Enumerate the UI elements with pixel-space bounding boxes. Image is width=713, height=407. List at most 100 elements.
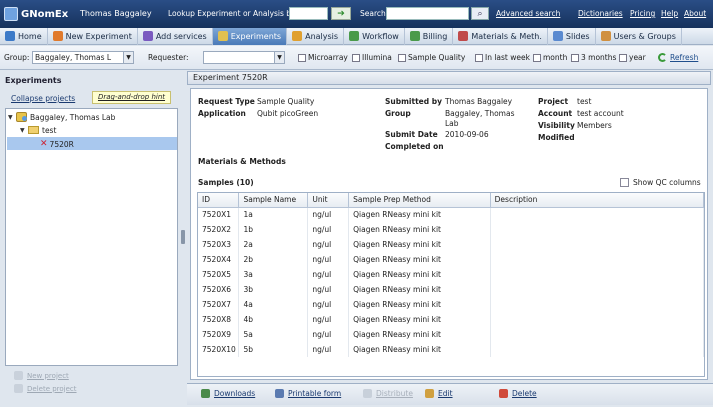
refresh-label: Refresh — [670, 53, 699, 62]
search-button[interactable]: ⌕ — [471, 7, 489, 20]
table-cell — [490, 312, 704, 327]
experiment-header: Experiment 7520R — [187, 71, 711, 85]
table-header-row: ID Sample Name Unit Sample Prep Method Descr… — [198, 193, 704, 208]
distribute-icon — [363, 389, 372, 398]
delete-button[interactable]: Delete — [499, 389, 537, 398]
search-input[interactable] — [386, 7, 469, 20]
nav-materials-meth[interactable]: Materials & Meth. — [453, 27, 548, 45]
drag-drop-hint[interactable]: Drag-and-drop hint — [92, 91, 171, 104]
distribute-button[interactable]: Distribute — [363, 389, 413, 398]
samples-grid: ID Sample Name Unit Sample Prep Method Descr… — [197, 192, 705, 377]
refresh-button[interactable]: Refresh — [658, 53, 698, 62]
microarray-checkbox[interactable]: Microarray — [298, 53, 348, 62]
table-row[interactable]: 7520X7 4a ng/ul Qiagen RNeasy mini kit — [198, 297, 704, 312]
table-cell: 7520X9 — [198, 327, 240, 342]
three-months-checkbox[interactable]: 3 months — [571, 53, 616, 62]
nav-slides[interactable]: Slides — [548, 27, 596, 45]
last-month-checkbox[interactable]: month — [533, 53, 567, 62]
table-row[interactable]: 7520X9 5a ng/ul Qiagen RNeasy mini kit — [198, 327, 704, 342]
action-label: Edit — [438, 389, 453, 398]
group-select[interactable]: Baggaley, Thomas L ▼ — [32, 51, 134, 64]
table-cell: ng/ul — [307, 237, 350, 252]
table-row[interactable]: 7520X10 5b ng/ul Qiagen RNeasy mini kit — [198, 342, 704, 357]
table-row[interactable]: 7520X1 1a ng/ul Qiagen RNeasy mini kit — [198, 207, 704, 222]
table-cell: 4b — [238, 312, 309, 327]
nav-analysis[interactable]: Analysis — [287, 27, 345, 45]
printable-form-button[interactable]: Printable form — [275, 389, 341, 398]
help-link[interactable]: Help — [661, 9, 678, 18]
column-header[interactable]: Sample Prep Method — [348, 193, 491, 208]
table-row[interactable]: 7520X5 3a ng/ul Qiagen RNeasy mini kit — [198, 267, 704, 282]
delete-project-icon — [14, 384, 23, 393]
nav-billing[interactable]: Billing — [405, 27, 454, 45]
delete-project-button[interactable]: Delete project — [14, 384, 77, 393]
edit-button[interactable]: Edit — [425, 389, 453, 398]
tree-node-label: Baggaley, Thomas Lab — [30, 112, 116, 122]
illumina-checkbox[interactable]: Illumina — [352, 53, 392, 62]
refresh-icon — [658, 53, 667, 62]
dictionaries-link[interactable]: Dictionaries — [578, 9, 623, 18]
arrow-right-icon: ➔ — [337, 8, 345, 19]
nav-workflow[interactable]: Workflow — [344, 27, 405, 45]
checkbox-box — [475, 53, 483, 62]
sample-quality-checkbox[interactable]: Sample Quality — [398, 53, 465, 62]
column-header[interactable]: ID — [198, 193, 240, 208]
last-week-checkbox[interactable]: In last week — [475, 53, 530, 62]
table-body: 7520X1 1a ng/ul Qiagen RNeasy mini kit 7520X… — [198, 207, 704, 357]
nav-label: Analysis — [305, 31, 339, 41]
panel-splitter[interactable] — [181, 230, 185, 244]
new-project-icon — [14, 371, 23, 380]
table-cell: ng/ul — [307, 327, 350, 342]
lookup-go-button[interactable]: ➔ — [331, 7, 351, 20]
table-row[interactable]: 7520X6 3b ng/ul Qiagen RNeasy mini kit — [198, 282, 704, 297]
nav-home[interactable]: Home — [0, 27, 48, 45]
collapse-projects-link[interactable]: Collapse projects — [11, 94, 75, 103]
table-row[interactable]: 7520X2 1b ng/ul Qiagen RNeasy mini kit — [198, 222, 704, 237]
checkbox-label: year — [629, 53, 646, 62]
advanced-search-link[interactable]: Advanced search — [496, 9, 560, 18]
checkbox-box — [533, 53, 541, 62]
new-project-button[interactable]: New project — [14, 371, 77, 380]
tree-node-project[interactable]: ▼ test — [20, 124, 56, 136]
pricing-link[interactable]: Pricing — [630, 9, 655, 18]
tree-node-experiment[interactable]: ✕ 7520R — [40, 138, 74, 150]
user-name: Thomas Baggaley — [80, 9, 152, 18]
project-actions: New project Delete project — [14, 371, 77, 397]
nav-users-groups[interactable]: Users & Groups — [596, 27, 682, 45]
nav-new-experiment[interactable]: New Experiment — [48, 27, 138, 45]
requester-select[interactable]: ▼ — [203, 51, 285, 64]
table-cell: Qiagen RNeasy mini kit — [348, 252, 491, 267]
main-nav: Home New Experiment Add services Experiment… — [0, 27, 713, 45]
nav-add-services[interactable]: Add services — [138, 27, 213, 45]
column-header[interactable]: Unit — [307, 193, 350, 208]
column-header[interactable]: Description — [490, 193, 704, 208]
table-cell — [490, 342, 704, 357]
lookup-input[interactable] — [289, 7, 328, 20]
checkbox-box — [620, 178, 629, 187]
table-row[interactable]: 7520X8 4b ng/ul Qiagen RNeasy mini kit — [198, 312, 704, 327]
table-cell: Qiagen RNeasy mini kit — [348, 327, 491, 342]
chevron-down-icon: ▼ — [274, 52, 284, 63]
table-cell: 2a — [238, 237, 309, 252]
nav-experiments[interactable]: Experiments — [212, 27, 288, 45]
year-checkbox[interactable]: year — [619, 53, 646, 62]
action-toolbar: Downloads Printable form Distribute Edit Del… — [187, 383, 713, 405]
table-cell — [490, 297, 704, 312]
folder-icon — [28, 126, 39, 134]
table-row[interactable]: 7520X3 2a ng/ul Qiagen RNeasy mini kit — [198, 237, 704, 252]
table-cell: 1a — [238, 207, 309, 222]
downloads-button[interactable]: Downloads — [201, 389, 255, 398]
action-label: Downloads — [214, 389, 256, 398]
table-cell — [490, 252, 704, 267]
table-row[interactable]: 7520X4 2b ng/ul Qiagen RNeasy mini kit — [198, 252, 704, 267]
checkbox-label: Microarray — [308, 53, 348, 62]
column-header[interactable]: Sample Name — [238, 193, 309, 208]
table-cell: ng/ul — [307, 252, 350, 267]
checkbox-label: 3 months — [581, 53, 617, 62]
table-cell: ng/ul — [307, 297, 350, 312]
tree-node-lab[interactable]: ▼ Baggaley, Thomas Lab — [8, 111, 115, 123]
show-qc-checkbox[interactable]: Show QC columns — [620, 178, 701, 187]
checkbox-label: Illumina — [362, 53, 392, 62]
filter-bar: Group: Baggaley, Thomas L ▼ Requester: ▼… — [0, 46, 713, 70]
about-link[interactable]: About — [684, 9, 706, 18]
